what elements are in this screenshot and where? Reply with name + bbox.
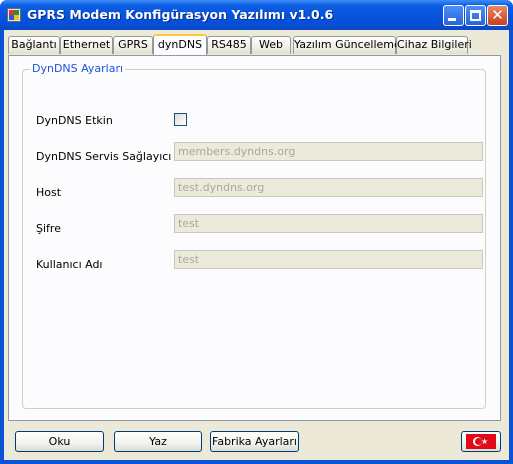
username-label: Kullanıcı Adı: [36, 258, 103, 271]
app-window: GPRS Modem Konfigürasyon Yazılımı v1.0.6…: [0, 0, 513, 464]
tab-rs485[interactable]: RS485: [207, 36, 251, 54]
read-button[interactable]: Oku: [15, 431, 104, 452]
tab-web[interactable]: Web: [251, 36, 291, 54]
group-title: DynDNS Ayarları: [30, 62, 126, 75]
password-label: Şifre: [36, 222, 61, 235]
tab-baglanti[interactable]: Bağlantı: [8, 36, 60, 54]
app-icon[interactable]: [7, 8, 21, 22]
dyndns-enabled-checkbox[interactable]: [174, 113, 187, 126]
tab-yazilim-guncelleme[interactable]: Yazılım Güncelleme: [293, 36, 401, 54]
turkish-flag-icon: ★: [466, 434, 496, 449]
write-button[interactable]: Yaz: [114, 431, 202, 452]
maximize-button[interactable]: [465, 5, 486, 26]
close-button[interactable]: ✕: [487, 5, 508, 26]
close-icon: ✕: [491, 6, 504, 24]
factory-reset-button[interactable]: Fabrika Ayarları: [210, 431, 299, 452]
username-field[interactable]: test: [174, 250, 483, 269]
host-label: Host: [36, 186, 62, 199]
minimize-button[interactable]: [443, 5, 464, 26]
client-area: Bağlantı Ethernet GPRS dynDNS RS485 Web …: [4, 30, 509, 460]
minimize-icon: [448, 18, 456, 21]
host-field[interactable]: test.dyndns.org: [174, 178, 483, 197]
window-title: GPRS Modem Konfigürasyon Yazılımı v1.0.6: [27, 7, 334, 22]
language-button[interactable]: ★: [461, 431, 501, 452]
tab-dyndns[interactable]: dynDNS: [153, 34, 207, 55]
service-provider-label: DynDNS Servis Sağlayıcı: [36, 150, 172, 163]
tab-gprs[interactable]: GPRS: [113, 36, 153, 54]
dyndns-enabled-label: DynDNS Etkin: [36, 114, 113, 127]
tab-cihaz-bilgileri[interactable]: Cihaz Bilgileri: [396, 36, 472, 54]
service-provider-field[interactable]: members.dyndns.org: [174, 142, 483, 161]
title-bar[interactable]: GPRS Modem Konfigürasyon Yazılımı v1.0.6…: [0, 0, 513, 30]
tab-ethernet[interactable]: Ethernet: [60, 36, 113, 54]
dyndns-tab-page: DynDNS Ayarları DynDNS Etkin DynDNS Serv…: [8, 55, 501, 421]
tab-strip: Bağlantı Ethernet GPRS dynDNS RS485 Web …: [8, 34, 488, 56]
password-field[interactable]: test: [174, 214, 483, 233]
maximize-icon: [470, 10, 481, 21]
